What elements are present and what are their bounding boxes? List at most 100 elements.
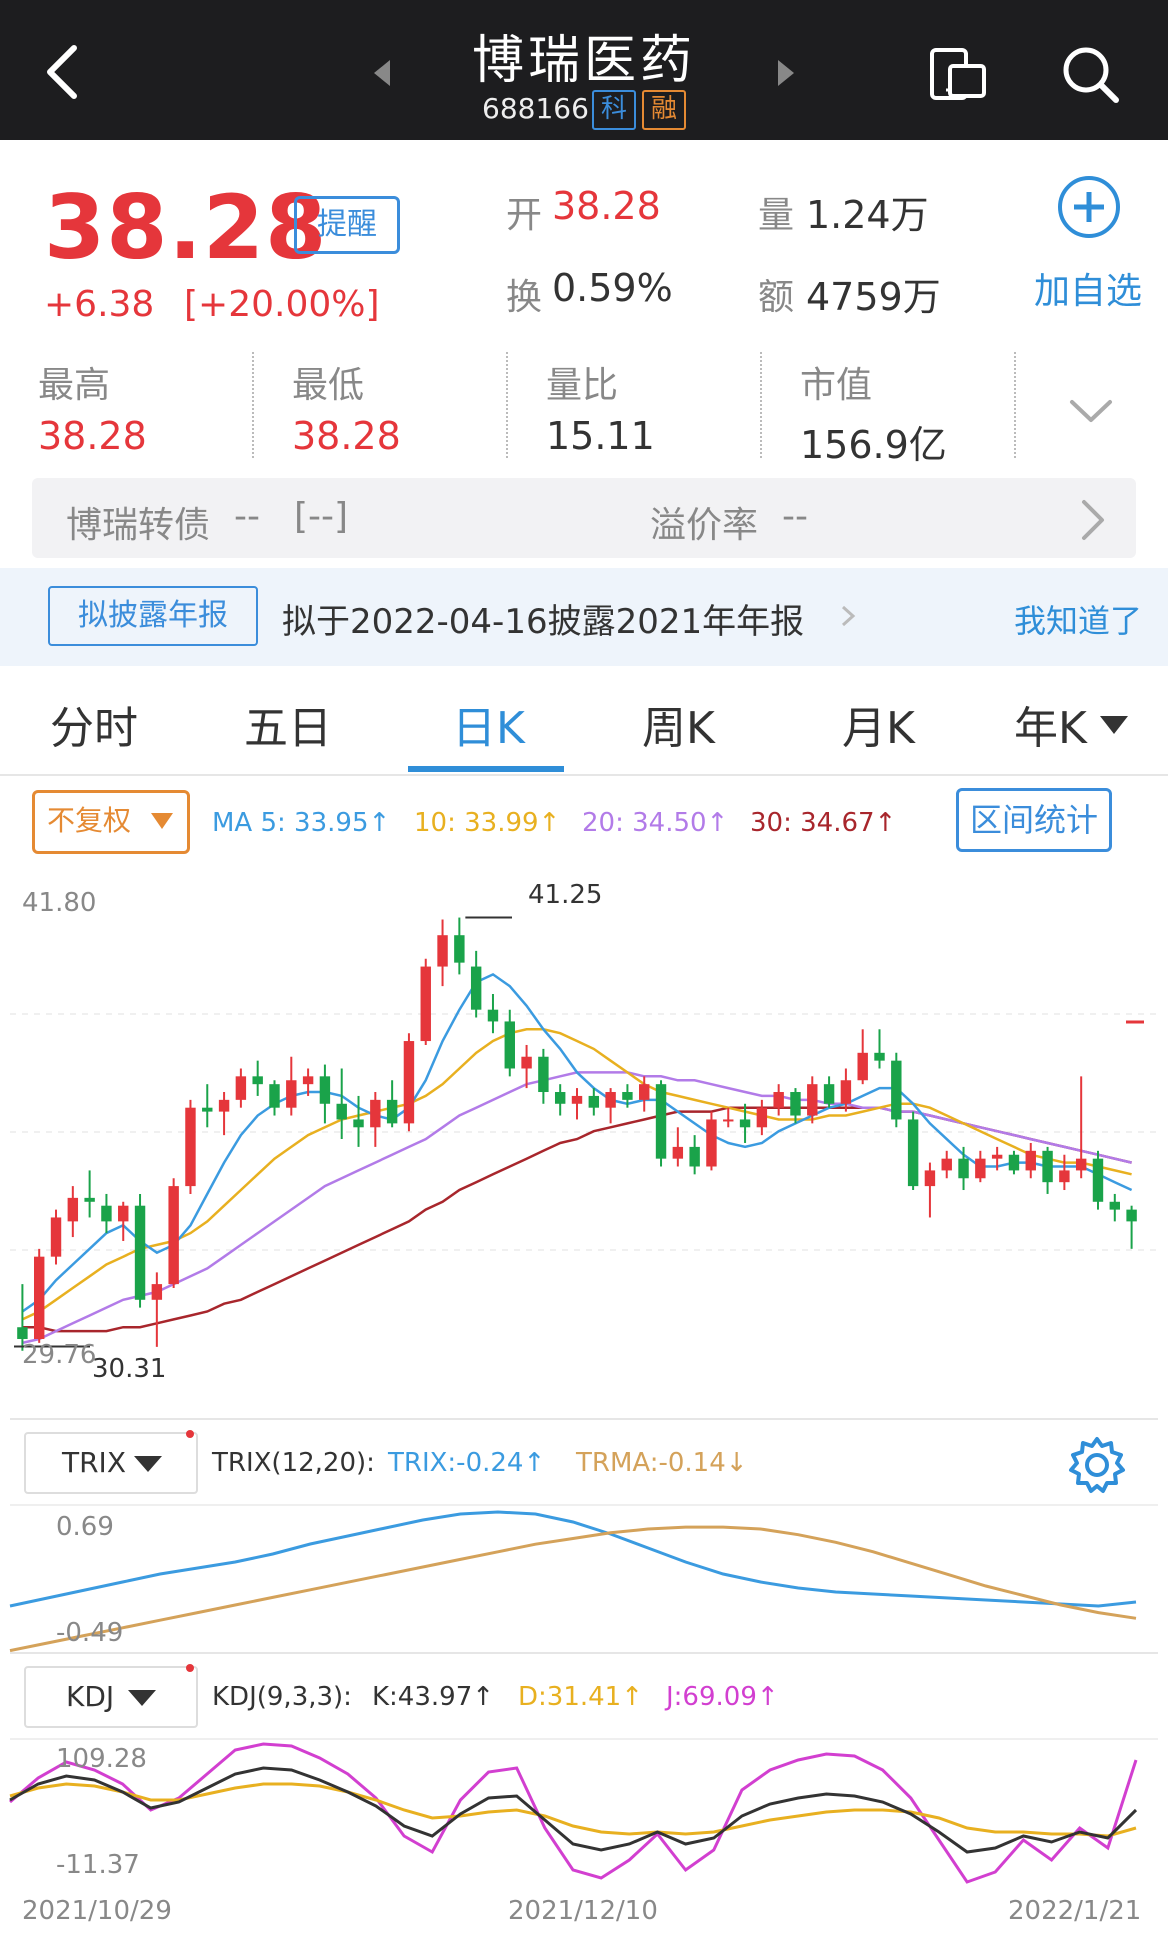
next-stock-icon[interactable] [774,58,798,88]
candle-body [1042,1150,1053,1183]
low-value: 38.28 [292,414,401,458]
caret-down-icon [134,1456,162,1472]
divider [0,774,1168,776]
tab-monthly-k[interactable]: 月K [842,692,915,756]
candle-body [958,1158,969,1179]
candle-body [33,1256,45,1339]
tab-five-day[interactable]: 五日 [244,692,332,756]
candle-body [723,1119,734,1122]
gear-icon[interactable] [1066,1434,1128,1496]
new-dot [186,1664,194,1672]
tab-daily-k[interactable]: 日K [452,692,525,756]
kdj-j-value: J:69.09↑ [666,1682,779,1712]
trix-y-bottom: -0.49 [56,1618,124,1648]
date-end: 2022/1/21 [1008,1896,1142,1926]
caret-down-icon[interactable] [1098,714,1130,736]
candle-body [1059,1170,1070,1183]
trix-chart[interactable] [0,1506,1168,1656]
date-start: 2021/10/29 [22,1896,172,1926]
chevron-right-icon [1082,500,1104,540]
add-watch-button[interactable]: 加自选 [1034,262,1142,314]
kdj-params: KDJ(9,3,3): [212,1682,352,1712]
volume-ratio-label: 量比 [546,365,619,406]
kdj-d-line [9,1782,1137,1838]
low-price-label: 30.31 [92,1354,167,1384]
volume-label: 量 [758,195,795,236]
trix-y-top: 0.69 [56,1512,114,1542]
candle-body [991,1154,1003,1159]
candle-body [605,1092,616,1108]
tab-yearly-k[interactable]: 年K [1014,692,1087,756]
margin-badge: 融 [642,90,686,130]
announcement-bar[interactable]: 拟披露年报 拟于2022-04-16披露2021年年报 我知道了 [0,568,1168,666]
premium-label: 溢价率 [650,505,759,546]
candle-body [218,1099,230,1112]
kdj-selector-label: KDJ [66,1680,115,1713]
y-axis-top-label: 41.80 [22,888,97,918]
amount-value: 4759万 [806,275,941,319]
candlestick-chart[interactable] [0,860,1168,1390]
current-price: 38.28 [44,176,328,279]
tab-weekly-k[interactable]: 周K [642,692,715,756]
remind-button[interactable]: 提醒 [294,196,400,254]
kdj-selector[interactable]: KDJ [24,1664,198,1728]
add-watch-icon[interactable] [1056,174,1122,240]
convertible-bond-bar[interactable]: 博瑞转债 -- [--] 溢价率 -- [32,478,1136,558]
price-change: +6.38 [44,284,155,325]
adjust-selector[interactable]: 不复权 [32,790,190,854]
candle-body [840,1080,852,1104]
y-axis-bottom-label: 29.76 [22,1340,97,1370]
announcement-text: 拟于2022-04-16披露2021年年报 [282,602,805,642]
amount-label: 额 [758,277,795,318]
candle-body [538,1056,549,1093]
range-stat-button[interactable]: 区间统计 [956,788,1112,852]
candle-body [454,935,465,963]
kdj-k-line [9,1766,1138,1854]
kdj-y-top: 109.28 [56,1744,147,1774]
rotate-screen-icon[interactable] [928,46,990,102]
candle-body [706,1119,717,1167]
divider [506,352,508,458]
divider [1014,352,1016,458]
candle-body [101,1205,112,1222]
open-label: 开 [506,195,543,236]
ma30-legend: 30: 34.67↑ [750,808,897,838]
candle-body [975,1158,986,1179]
candle-body [134,1205,146,1300]
candle-body [67,1197,79,1222]
candle-body [941,1158,952,1171]
chevron-down-icon[interactable] [1068,396,1114,426]
tab-intraday[interactable]: 分时 [50,692,138,756]
candle-body [1109,1201,1121,1210]
kdj-j-line [9,1742,1138,1884]
dismiss-button[interactable]: 我知道了 [1014,596,1142,642]
volume-ratio-value: 15.11 [546,414,655,458]
kdj-d-value: D:31.41↑ [518,1682,643,1712]
top-bar: 博瑞医药 688166 科 融 [0,0,1168,140]
market-cap-label: 市值 [800,365,873,406]
caret-down-icon [128,1690,156,1706]
star-market-badge: 科 [592,90,636,130]
candle-body [168,1186,179,1285]
candle-body [202,1107,213,1112]
ma10-legend: 10: 33.99↑ [414,808,561,838]
candle-body [470,966,482,1010]
stock-name: 博瑞医药 [471,31,696,91]
new-dot [186,1430,194,1438]
divider [760,352,762,458]
trix-selector[interactable]: TRIX [24,1430,198,1494]
candle-body [672,1146,684,1159]
candle-body [370,1099,381,1128]
candle-body [639,1084,650,1100]
kdj-k-value: K:43.97↑ [372,1682,495,1712]
candle-body [286,1080,297,1108]
search-icon[interactable] [1060,44,1122,104]
kdj-chart[interactable] [0,1740,1168,1890]
candle-body [1092,1158,1104,1202]
open-value: 38.28 [552,184,661,228]
candle-body [571,1095,583,1104]
candle-body [336,1103,347,1120]
divider [252,352,254,458]
kdj-y-bottom: -11.37 [56,1850,140,1880]
candle-body [924,1170,936,1187]
